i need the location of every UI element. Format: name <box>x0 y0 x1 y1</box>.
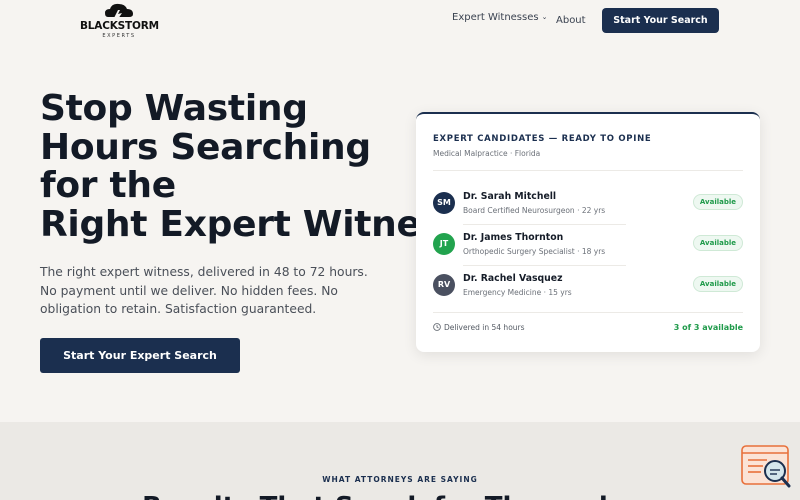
clock-icon <box>433 323 441 331</box>
candidate-detail: Board Certified Neurosurgeon · 22 yrs <box>463 206 606 215</box>
hero-title-line: Right Expert Witness <box>40 203 420 244</box>
candidate-detail: Emergency Medicine · 15 yrs <box>463 288 572 297</box>
status-badge: Available <box>692 194 743 210</box>
card-divider <box>433 170 743 171</box>
candidate-name: Dr. James Thornton <box>463 232 564 243</box>
card-divider <box>433 312 743 313</box>
avatar: JT <box>433 233 455 255</box>
search-widget-button[interactable] <box>741 445 791 489</box>
storm-cloud-icon <box>105 3 133 22</box>
section-eyebrow: WHAT ATTORNEYS ARE SAYING <box>322 475 478 484</box>
card-title: EXPERT CANDIDATES — READY TO OPINE <box>433 134 652 144</box>
hero-title-line: Hours Searching <box>40 126 371 168</box>
expert-candidates-card: EXPERT CANDIDATES — READY TO OPINE Medic… <box>416 112 760 352</box>
row-divider <box>463 265 626 266</box>
nav-expert-witnesses[interactable]: Expert Witnesses ⌄ <box>452 12 547 23</box>
hero-title-line: Stop Wasting <box>40 90 308 129</box>
candidate-name: Dr. Rachel Vasquez <box>463 273 563 284</box>
avatar: RV <box>433 274 455 296</box>
candidate-detail: Orthopedic Surgery Specialist · 18 yrs <box>463 247 606 256</box>
delivery-time-label: Delivered in 54 hours <box>444 323 525 332</box>
hero-subtitle-line: The right expert witness, delivered in 4… <box>40 265 368 279</box>
delivery-time: Delivered in 54 hours <box>433 323 525 332</box>
logo-wordmark: BLACKSTORM <box>80 20 159 32</box>
candidate-name: Dr. Sarah Mitchell <box>463 191 557 202</box>
status-badge: Available <box>692 276 743 292</box>
hero-subtitle-line: obligation to retain. Satisfaction guara… <box>40 302 317 316</box>
logo-tagline: EXPERTS <box>102 33 136 39</box>
card-meta: Medical Malpractice · Florida <box>433 149 541 158</box>
testimonials-section: WHAT ATTORNEYS ARE SAYING Results That S… <box>0 422 800 500</box>
start-expert-search-button[interactable]: Start Your Expert Search <box>40 338 240 373</box>
nav-about[interactable]: About <box>556 15 586 26</box>
hero-title: Stop Wasting Hours Searching for the Rig… <box>40 90 420 244</box>
hero-title-line: for the <box>40 165 176 206</box>
candidate-row[interactable]: JT Dr. James Thornton Orthopedic Surgery… <box>433 230 743 266</box>
candidate-row[interactable]: SM Dr. Sarah Mitchell Board Certified Ne… <box>433 189 743 225</box>
hero-subtitle-line: No payment until we deliver. No hidden f… <box>40 283 338 298</box>
top-nav: BLACKSTORM EXPERTS Expert Witnesses ⌄ Abo… <box>0 0 800 42</box>
browser-search-icon <box>741 445 791 488</box>
nav-expert-witnesses-label: Expert Witnesses <box>452 12 539 23</box>
brand-logo[interactable]: BLACKSTORM EXPERTS <box>80 2 159 39</box>
section-heading: Results That Speak for Themselves <box>0 492 800 500</box>
chevron-down-icon: ⌄ <box>541 13 548 21</box>
status-badge: Available <box>692 235 743 251</box>
avatar: SM <box>433 192 455 214</box>
hero-subtitle: The right expert witness, delivered in 4… <box>40 263 368 319</box>
candidate-row[interactable]: RV Dr. Rachel Vasquez Emergency Medicine… <box>433 271 743 307</box>
availability-count: 3 of 3 available <box>673 323 743 332</box>
row-divider <box>463 224 626 225</box>
start-search-button[interactable]: Start Your Search <box>602 8 719 33</box>
